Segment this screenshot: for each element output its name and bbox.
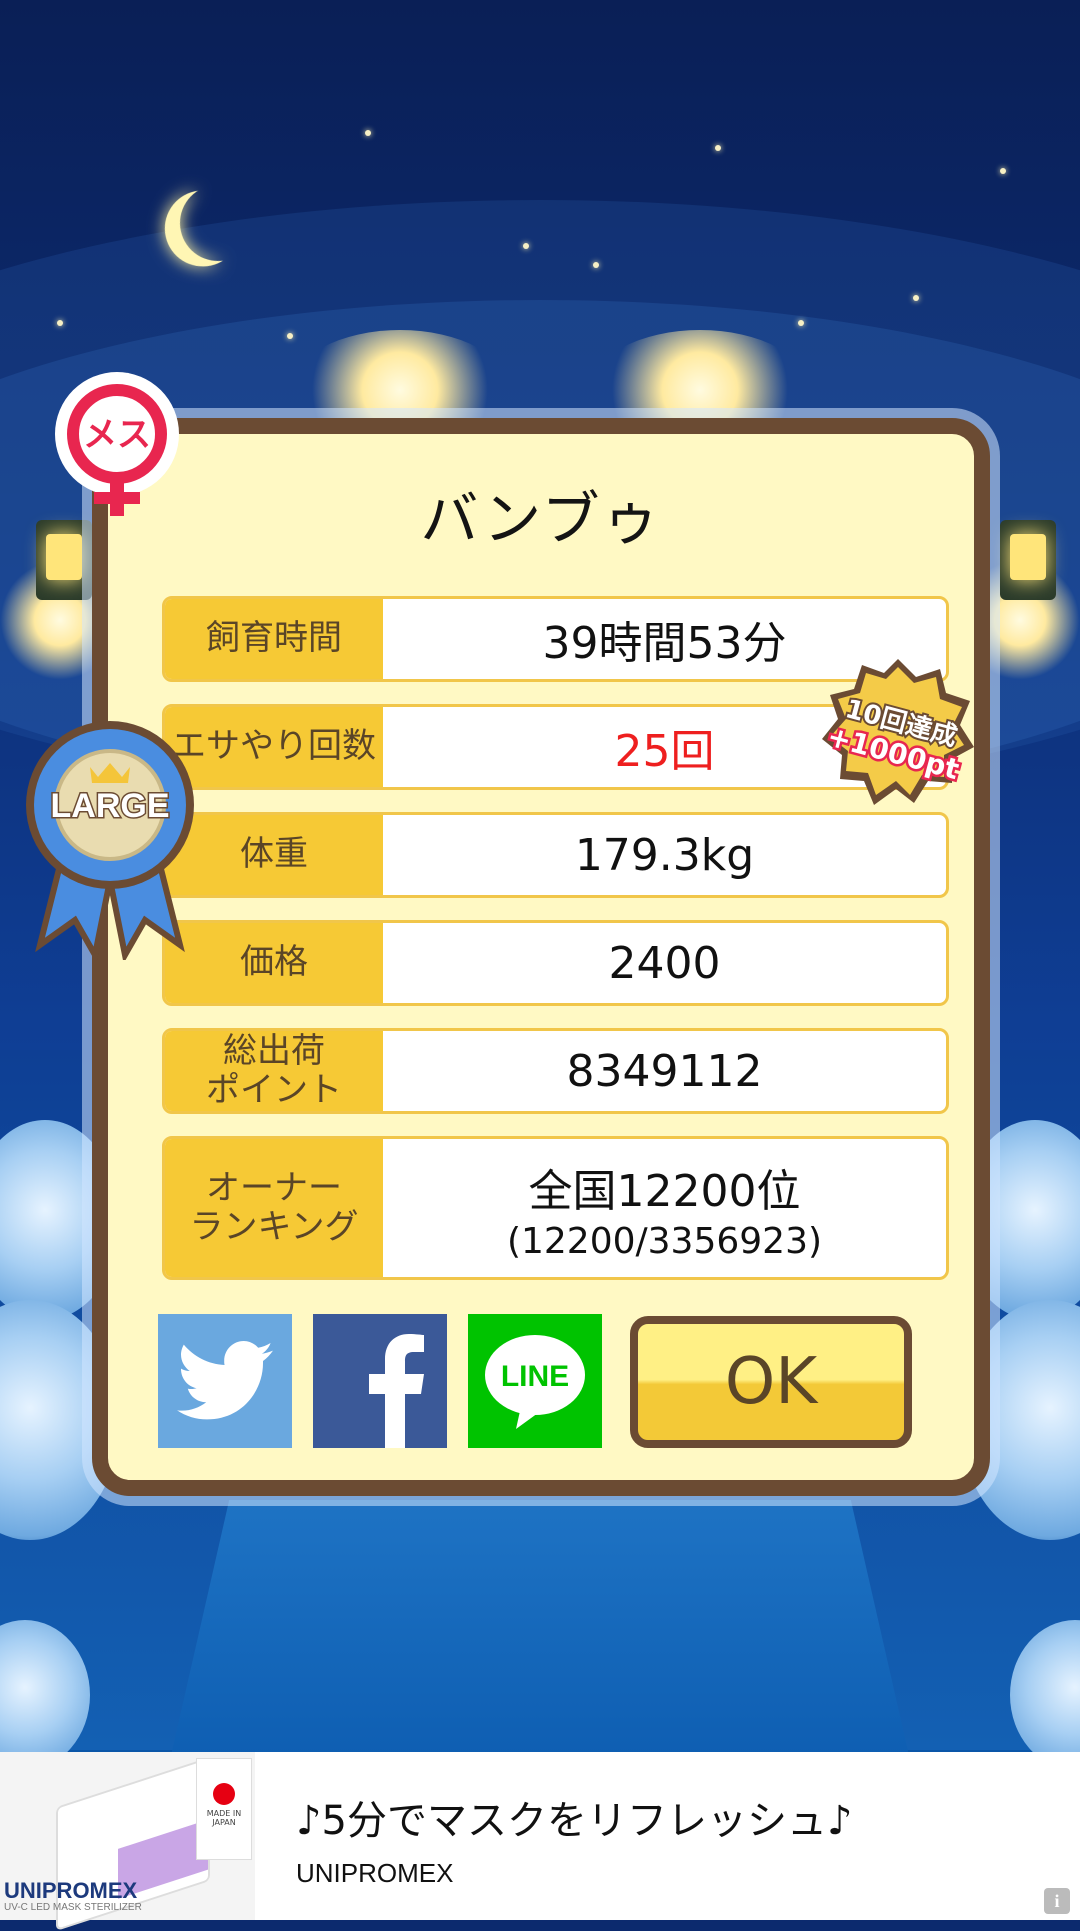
stat-value: 2400 xyxy=(608,937,721,989)
twitter-bird-icon xyxy=(177,1341,273,1420)
japan-flag-icon xyxy=(213,1783,235,1805)
line-share-button[interactable]: LINE xyxy=(468,1314,602,1448)
size-label: LARGE xyxy=(51,787,170,825)
star-icon xyxy=(913,295,919,301)
star-icon xyxy=(715,145,721,151)
star-icon xyxy=(798,320,804,326)
stat-value: 全国12200位 (12200/3356923) xyxy=(383,1139,946,1277)
made-in-japan-tag: MADE IN JAPAN xyxy=(196,1758,252,1860)
gender-label: メス xyxy=(83,415,151,455)
ad-advertiser[interactable]: UNIPROMEX xyxy=(296,1858,453,1889)
path xyxy=(170,1500,910,1752)
ranking-detail: (12200/3356923) xyxy=(506,1220,823,1262)
twitter-share-button[interactable] xyxy=(158,1314,292,1448)
facebook-f-icon xyxy=(369,1334,424,1448)
stat-row-total-shipping-points: 総出荷 ポイント 8349112 xyxy=(162,1028,949,1114)
brand-logo-subtitle: UV-C LED MASK STERILIZER xyxy=(4,1902,142,1913)
stat-label: オーナー ランキング xyxy=(165,1139,383,1277)
ad-product-image[interactable]: MADE IN JAPAN UNIPROMEX UV-C LED MASK ST… xyxy=(0,1752,255,1931)
flag-text: MADE IN JAPAN xyxy=(206,1809,242,1827)
star-icon xyxy=(1000,168,1006,174)
stat-row-owner-ranking: オーナー ランキング 全国12200位 (12200/3356923) xyxy=(162,1136,949,1280)
large-ribbon-icon: LARGE xyxy=(26,721,194,960)
stat-value: 179.3kg xyxy=(574,829,755,881)
star-icon xyxy=(593,262,599,268)
star-icon xyxy=(57,320,63,326)
star-icon xyxy=(365,130,371,136)
pet-name: バンブゥ xyxy=(420,485,662,553)
stat-label: 飼育時間 xyxy=(165,599,383,679)
street-lamp-icon xyxy=(1000,520,1056,600)
ad-banner[interactable]: MADE IN JAPAN UNIPROMEX UV-C LED MASK ST… xyxy=(0,1752,1080,1931)
ok-button[interactable]: OK xyxy=(630,1316,912,1448)
female-badge-icon: メス xyxy=(55,372,179,516)
achievement-badge-icon: 10回達成 +1000pt xyxy=(821,659,974,805)
stat-row-price: 価格 2400 xyxy=(162,920,949,1006)
ad-title[interactable]: ♪5分でマスクをリフレッシュ♪ xyxy=(296,1788,853,1846)
ranking-main: 全国12200位 xyxy=(528,1165,801,1217)
street-lamp-icon xyxy=(36,520,92,600)
brand-logo: UNIPROMEX xyxy=(4,1878,138,1903)
line-label: LINE xyxy=(501,1360,569,1393)
line-icon: LINE xyxy=(485,1335,585,1429)
star-icon xyxy=(287,333,293,339)
stat-value: 8349112 xyxy=(566,1045,763,1097)
pet-result-dialog: バンブゥ 飼育時間 39時間53分 エサやり回数 25回 体重 179.3kg … xyxy=(92,418,990,1496)
facebook-share-button[interactable] xyxy=(313,1314,447,1448)
ad-info-icon[interactable]: i xyxy=(1044,1888,1070,1914)
star-icon xyxy=(523,243,529,249)
stat-label: 総出荷 ポイント xyxy=(165,1031,383,1111)
stat-row-weight: 体重 179.3kg xyxy=(162,812,949,898)
